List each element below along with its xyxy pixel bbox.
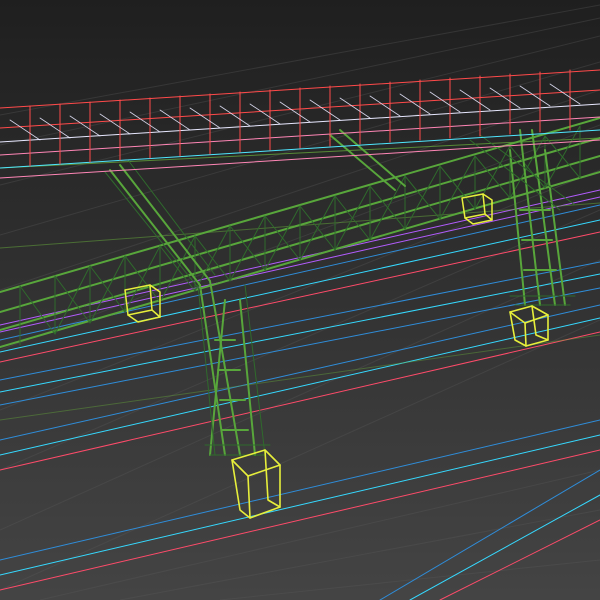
pier-base-wireframes[interactable] — [231, 305, 549, 519]
3d-viewport[interactable] — [0, 0, 600, 600]
wireframe-scene[interactable] — [0, 0, 600, 600]
